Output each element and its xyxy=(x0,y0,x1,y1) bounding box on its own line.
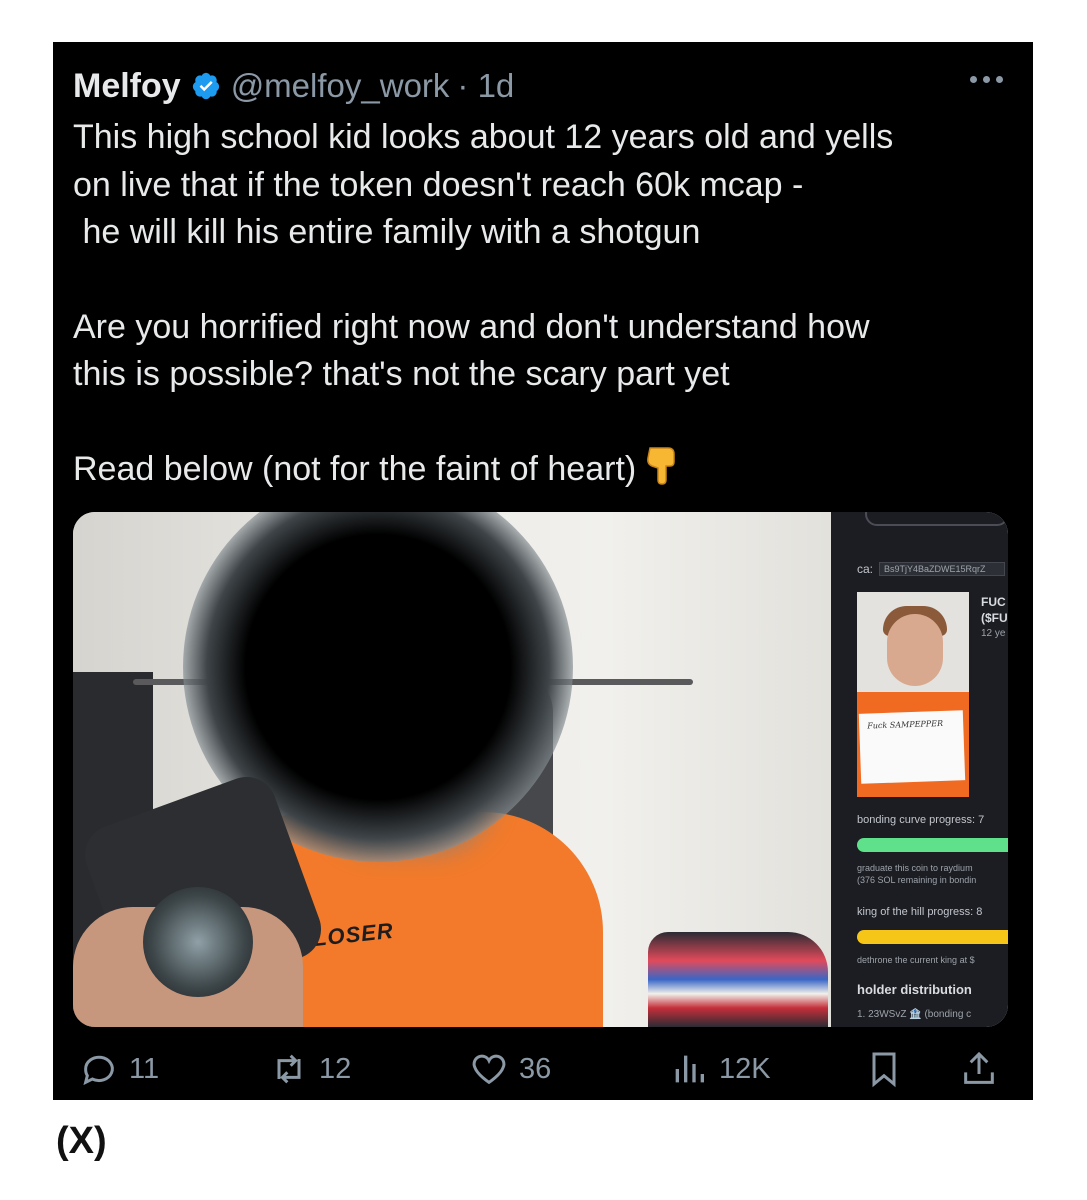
post-media-image[interactable]: LOSER ca: Bs9TjY4BaZDWE15RqrZ Fuck SAMPE… xyxy=(73,512,1008,1027)
post-actions-bar: 11 12 36 12K xyxy=(79,1049,1009,1099)
holder-distribution-title: holder distribution xyxy=(857,982,972,997)
post-card: Melfoy @melfoy_work · 1d This high schoo… xyxy=(53,42,1033,1100)
views-button[interactable]: 12K xyxy=(669,1049,771,1089)
post-text-line: this is possible? that's not the scary p… xyxy=(73,355,730,393)
share-icon xyxy=(964,1051,994,1084)
views-chart-icon xyxy=(675,1055,704,1083)
repost-button[interactable]: 12 xyxy=(269,1049,351,1089)
token-thumbnail: Fuck SAMPEPPER xyxy=(857,592,969,797)
point-down-emoji-icon xyxy=(647,446,675,485)
bonding-curve-bar xyxy=(857,838,1008,852)
bookmark-icon xyxy=(872,1052,896,1088)
like-count: 36 xyxy=(519,1052,552,1085)
views-count: 12K xyxy=(719,1052,771,1085)
post-text-line: on live that if the token doesn't reach … xyxy=(73,165,804,204)
heart-icon xyxy=(472,1054,506,1085)
source-label: (X) xyxy=(56,1120,107,1162)
graduate-text-2: (376 SOL remaining in bondin xyxy=(857,875,977,885)
author-handle[interactable]: @melfoy_work xyxy=(231,67,450,105)
post-text-line: This high school kid looks about 12 year… xyxy=(73,118,894,156)
verified-badge-icon xyxy=(192,72,219,100)
koth-bar xyxy=(857,930,1008,944)
livestream-video-frame: LOSER xyxy=(73,512,831,1027)
contract-address: ca: Bs9TjY4BaZDWE15RqrZ xyxy=(857,562,1006,576)
koth-label: king of the hill progress: 8 xyxy=(857,906,983,918)
share-button[interactable] xyxy=(959,1049,999,1089)
graduate-text-1: graduate this coin to raydium xyxy=(857,863,973,873)
reply-icon xyxy=(83,1055,114,1086)
bookmark-button[interactable] xyxy=(864,1049,904,1089)
reply-button[interactable]: 11 xyxy=(79,1049,159,1089)
holder-row: 1. 23WSvZ 🏦 (bonding c xyxy=(857,1009,972,1020)
bonding-curve-label: bonding curve progress: 7 xyxy=(857,814,985,826)
post-time[interactable]: · 1d xyxy=(457,67,514,105)
coin-name: FUC ($FU 12 ye xyxy=(981,595,1008,639)
repost-icon xyxy=(277,1054,301,1084)
ca-value[interactable]: Bs9TjY4BaZDWE15RqrZ xyxy=(879,562,1006,576)
dethrone-text: dethrone the current king at $ xyxy=(857,955,975,965)
more-options-icon[interactable] xyxy=(970,76,1003,83)
token-info-panel: ca: Bs9TjY4BaZDWE15RqrZ Fuck SAMPEPPER F… xyxy=(831,512,1008,1027)
post-text-line: Are you horrified right now and don't un… xyxy=(73,307,870,346)
post-text-line: he will kill his entire family with a sh… xyxy=(73,213,701,251)
post-header: Melfoy @melfoy_work · 1d xyxy=(73,64,514,108)
sign-text: Fuck SAMPEPPER xyxy=(867,718,944,731)
like-button[interactable]: 36 xyxy=(469,1049,551,1089)
post-text-line: Read below (not for the faint of heart) xyxy=(73,446,1003,494)
reply-count: 11 xyxy=(129,1052,160,1085)
ca-label: ca: xyxy=(857,562,874,576)
author-name[interactable]: Melfoy xyxy=(73,67,181,106)
repost-count: 12 xyxy=(319,1052,352,1085)
post-text: This high school kid looks about 12 year… xyxy=(73,114,1003,493)
